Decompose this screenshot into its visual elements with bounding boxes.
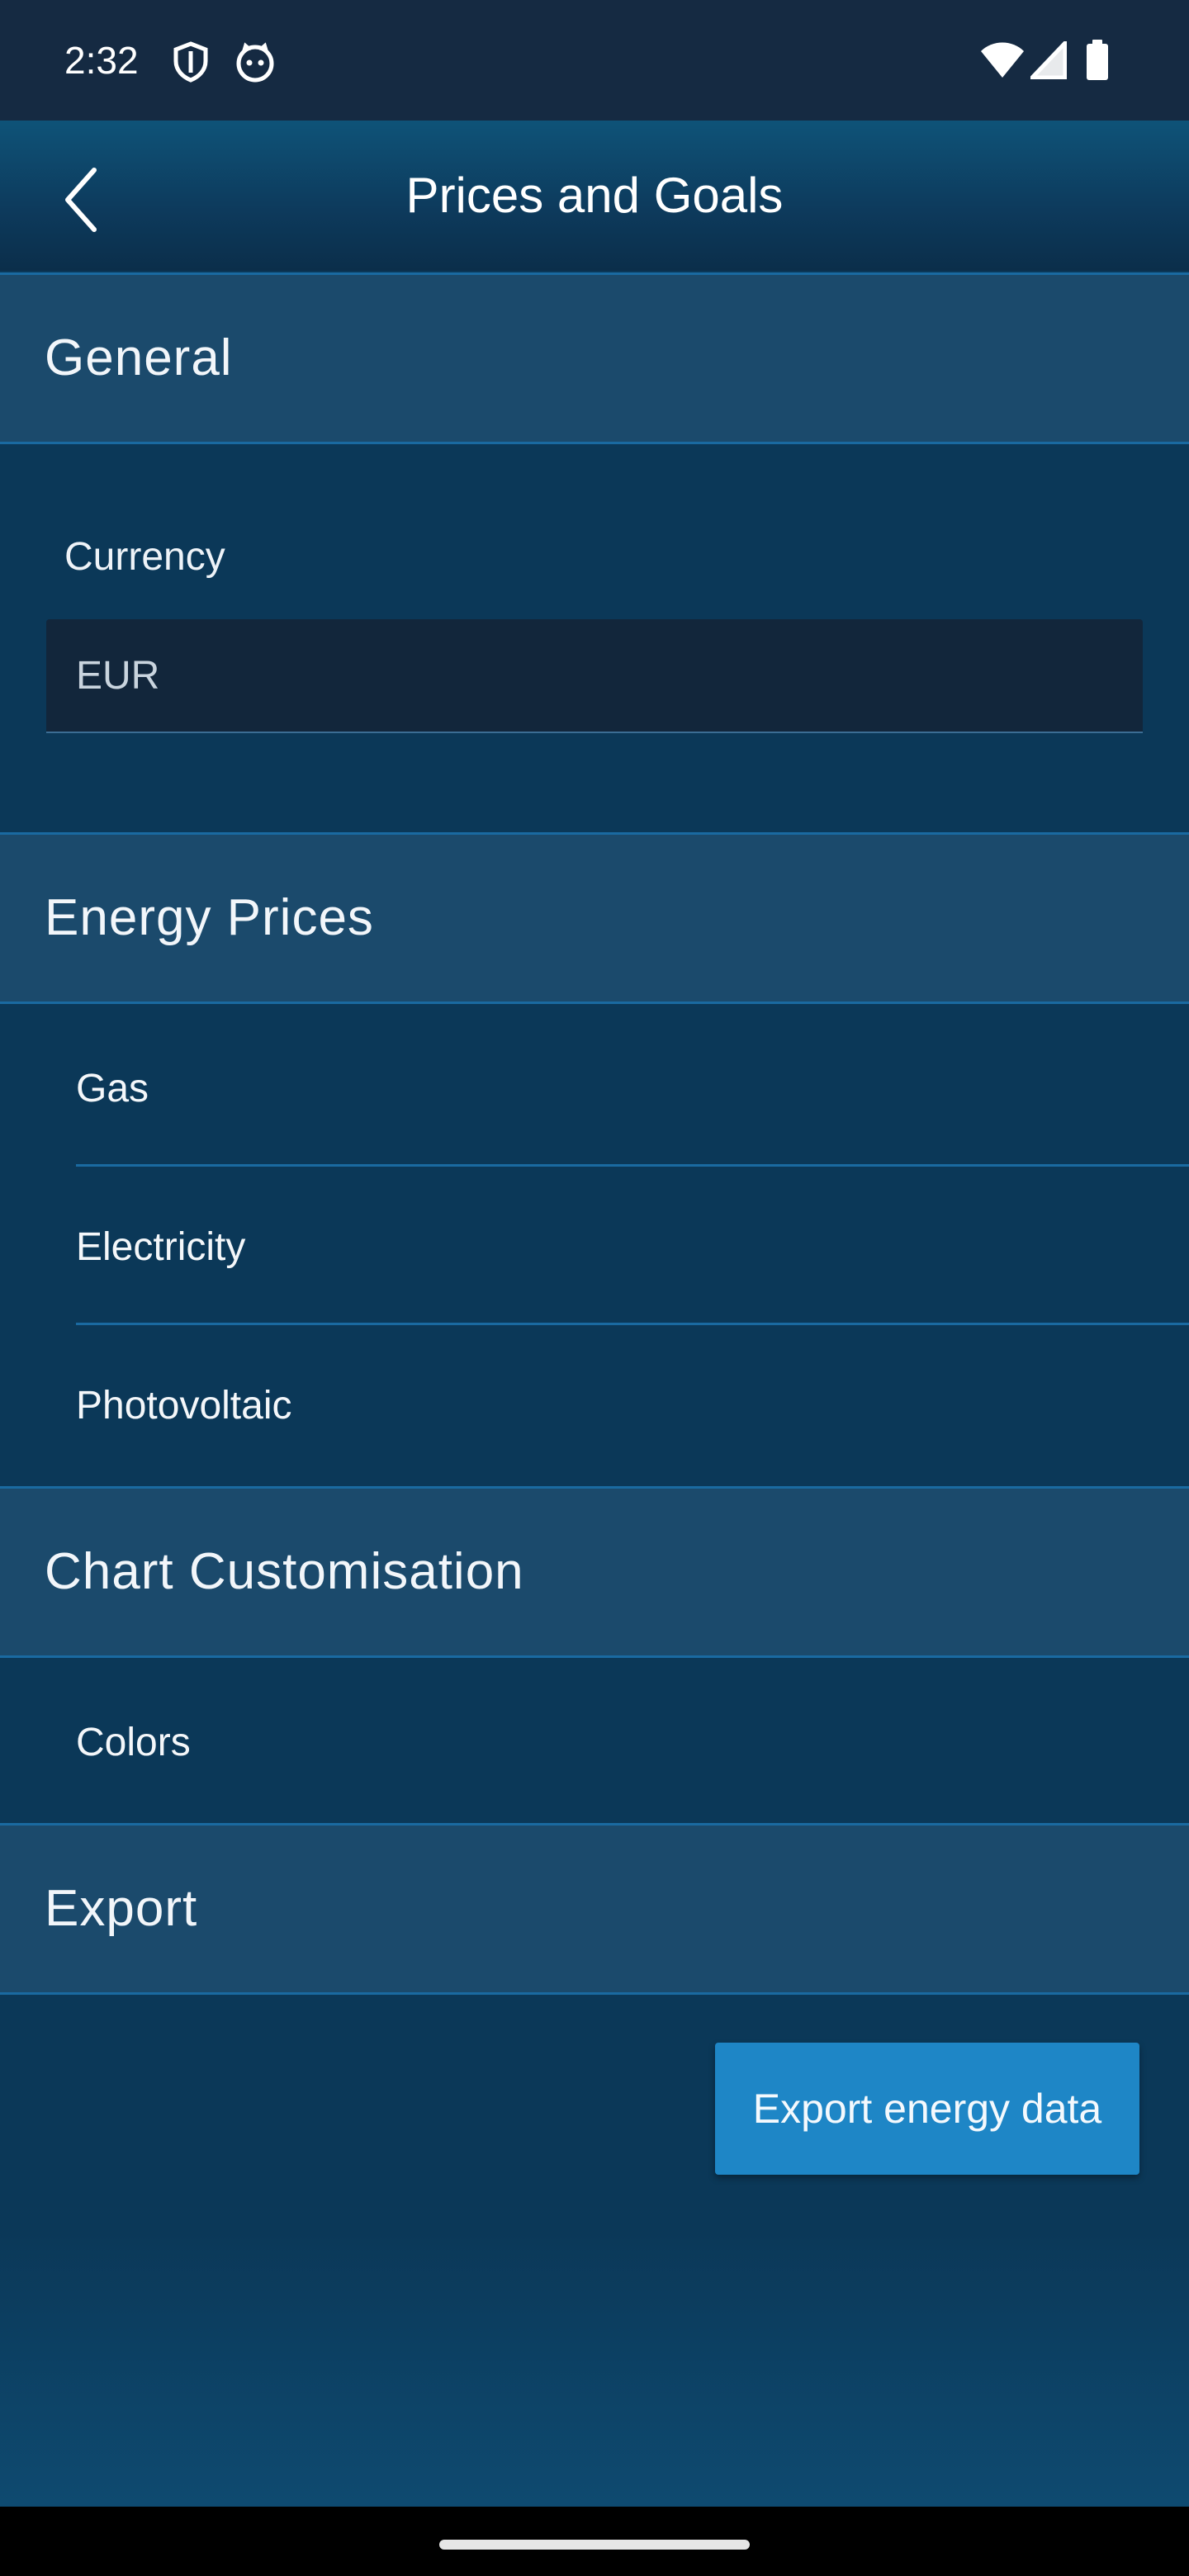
section-title-general: General (45, 329, 233, 386)
section-header-chart-customisation: Chart Customisation (0, 1486, 1189, 1658)
list-item-gas[interactable]: Gas (0, 1011, 1189, 1167)
export-energy-data-button[interactable]: Export energy data (715, 2043, 1139, 2175)
back-button[interactable] (41, 159, 124, 241)
battery-icon (1087, 40, 1108, 80)
section-title-export: Export (45, 1880, 198, 1937)
section-header-energy-prices: Energy Prices (0, 832, 1189, 1004)
shield-icon (173, 41, 208, 83)
wifi-icon (981, 42, 1024, 78)
app-bar: Prices and Goals (0, 121, 1189, 271)
background-gradient (0, 2229, 1189, 2507)
list-item-label: Electricity (76, 1225, 246, 1269)
list-item-label: Gas (76, 1067, 149, 1110)
section-title-chart-customisation: Chart Customisation (45, 1543, 524, 1600)
list-item-colors[interactable]: Colors (0, 1664, 1189, 1821)
row-divider (76, 1323, 1189, 1325)
currency-value: EUR (76, 654, 160, 698)
cat-face-icon (236, 42, 274, 83)
list-item-electricity[interactable]: Electricity (0, 1169, 1189, 1326)
navigation-bar (0, 2507, 1189, 2576)
list-item-photovoltaic[interactable]: Photovoltaic (0, 1328, 1189, 1485)
status-time: 2:32 (64, 39, 139, 82)
currency-label: Currency (64, 535, 225, 579)
currency-field[interactable]: EUR (46, 619, 1143, 733)
status-bar: 2:32 (0, 0, 1189, 121)
section-header-general: General (0, 272, 1189, 444)
cellular-signal-icon (1030, 41, 1067, 79)
row-divider (76, 1164, 1189, 1167)
list-item-label: Photovoltaic (76, 1384, 292, 1428)
list-item-label: Colors (76, 1721, 191, 1764)
page-title: Prices and Goals (405, 168, 784, 223)
section-title-energy-prices: Energy Prices (45, 889, 374, 946)
section-header-export: Export (0, 1823, 1189, 1995)
home-indicator[interactable] (439, 2540, 750, 2550)
screen: 2:32 Prices and Goals General Currency E… (0, 0, 1189, 2576)
chevron-left-icon (65, 168, 97, 232)
